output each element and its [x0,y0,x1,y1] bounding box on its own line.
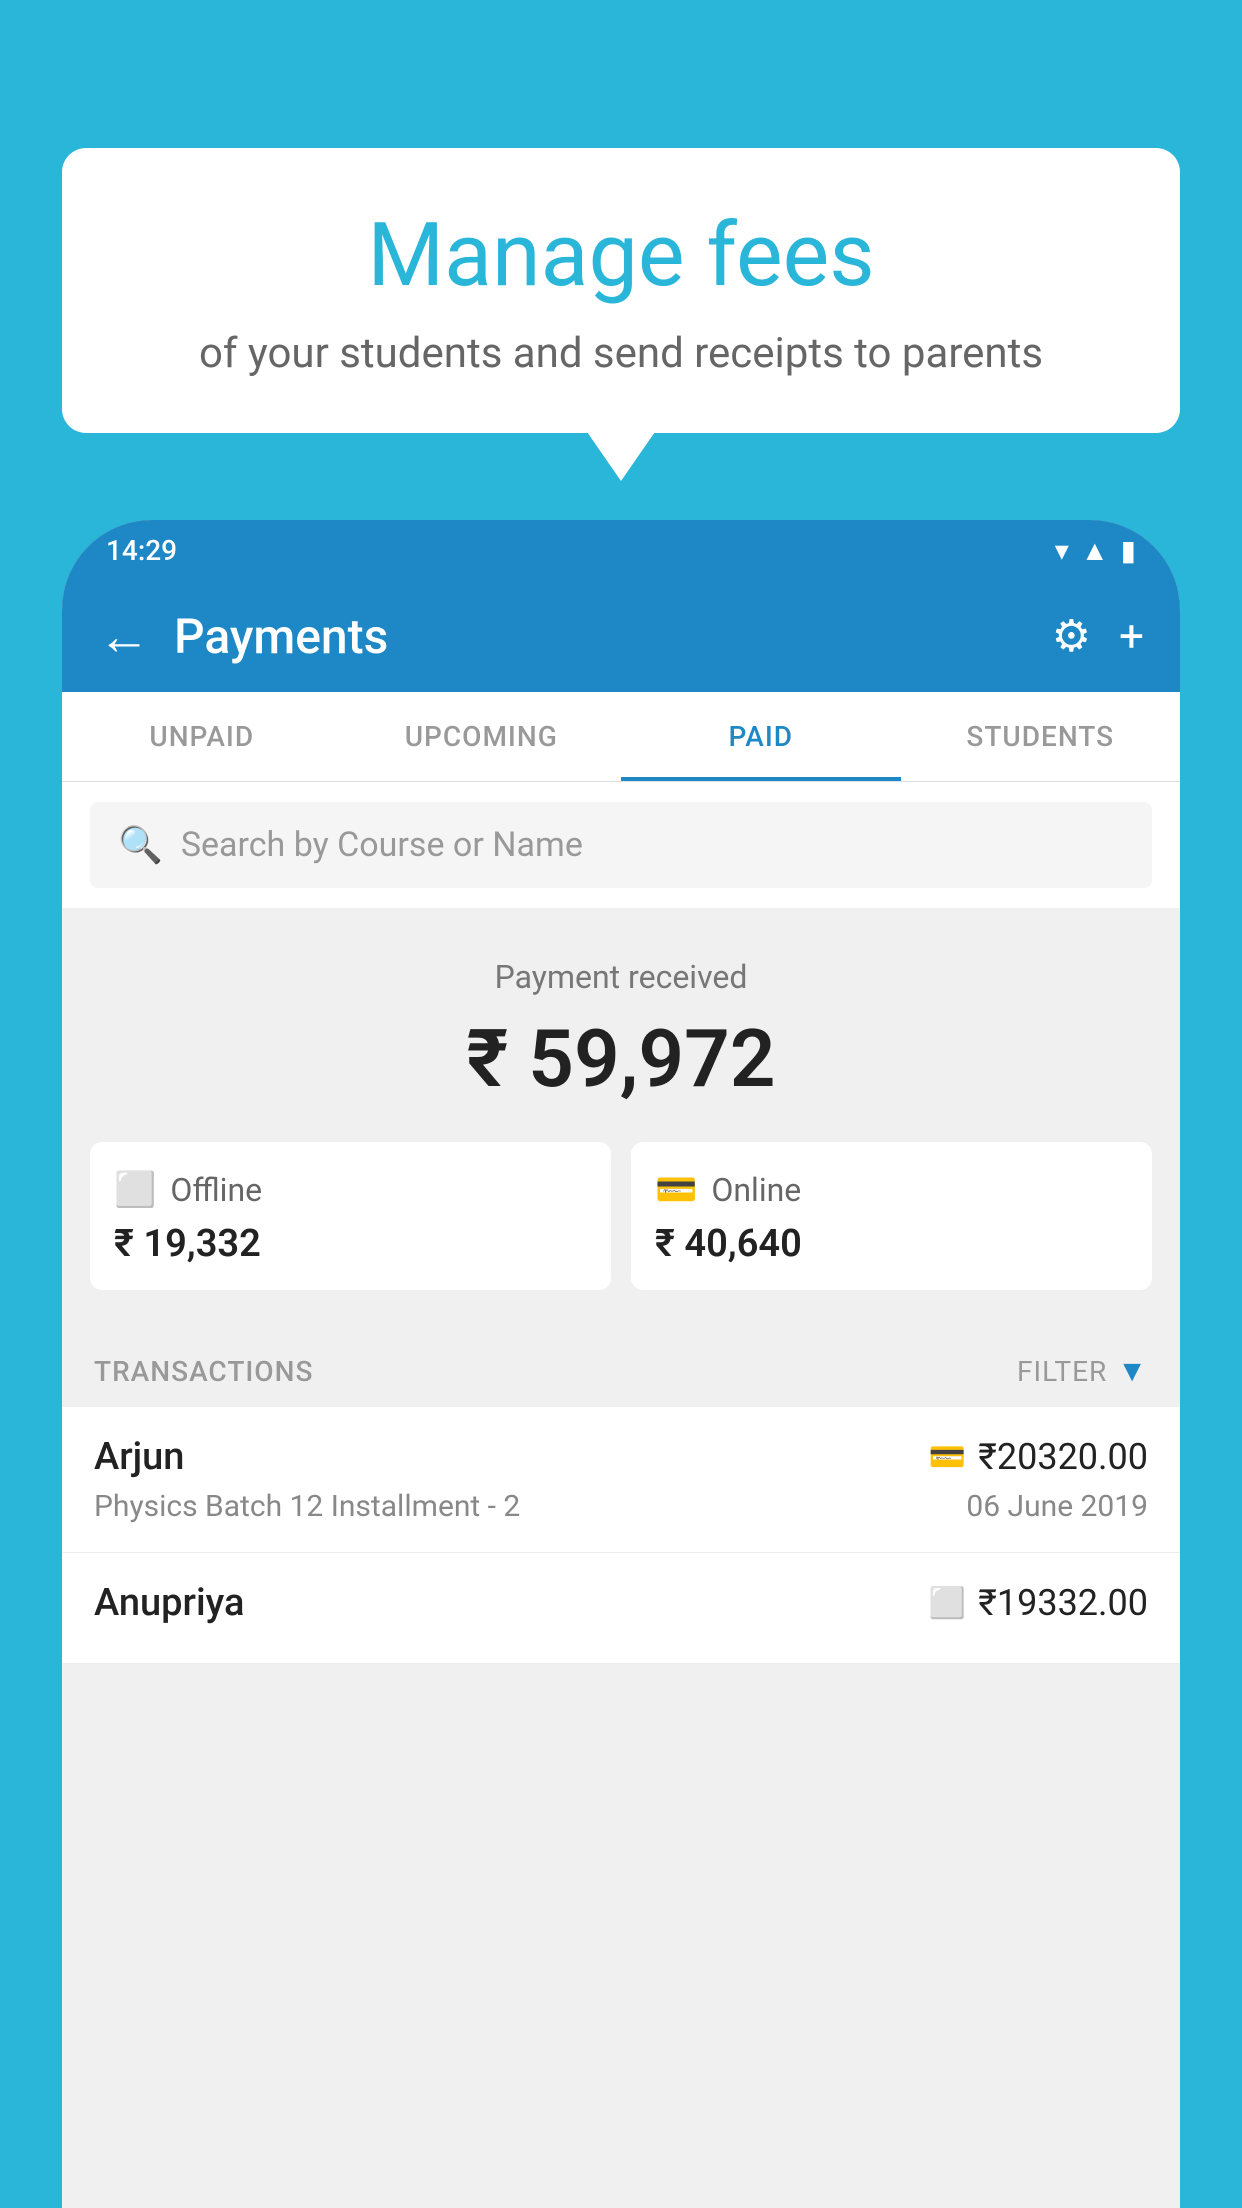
payment-summary: Payment received ₹ 59,972 ⬜ Offline ₹ 19… [62,908,1180,1326]
tab-students[interactable]: STUDENTS [901,692,1181,781]
signal-icon: ▲ [1081,534,1109,567]
search-bar-container: 🔍 Search by Course or Name [62,782,1180,908]
offline-icon: ⬜ [114,1170,156,1210]
app-bar: ← Payments ⚙ + [62,580,1180,692]
transaction-course: Physics Batch 12 Installment - 2 [94,1489,520,1524]
bubble-subtitle: of your students and send receipts to pa… [102,329,1140,378]
online-label: Online [711,1171,801,1209]
settings-icon[interactable]: ⚙ [1052,610,1091,662]
status-bar: 14:29 ▾ ▲ ▮ [62,520,1180,580]
app-content: 🔍 Search by Course or Name Payment recei… [62,782,1180,2208]
filter-button[interactable]: FILTER ▼ [1017,1354,1148,1389]
speech-bubble: Manage fees of your students and send re… [62,148,1180,433]
time-display: 14:29 [106,534,177,567]
speech-bubble-container: Manage fees of your students and send re… [62,148,1180,433]
transaction-amount-container: ⬜ ₹19332.00 [929,1582,1148,1624]
transaction-row-top: Arjun 💳 ₹20320.00 [94,1435,1148,1479]
battery-icon: ▮ [1121,534,1136,567]
payment-received-label: Payment received [90,958,1152,996]
search-bar[interactable]: 🔍 Search by Course or Name [90,802,1152,888]
payment-total-amount: ₹ 59,972 [90,1012,1152,1106]
bubble-title: Manage fees [102,208,1140,305]
transaction-row-top: Anupriya ⬜ ₹19332.00 [94,1581,1148,1625]
transaction-row[interactable]: Anupriya ⬜ ₹19332.00 [62,1553,1180,1664]
filter-label: FILTER [1017,1355,1107,1388]
page-title: Payments [174,608,1052,665]
tab-upcoming[interactable]: UPCOMING [342,692,622,781]
transaction-amount-container: 💳 ₹20320.00 [929,1436,1148,1478]
offline-card: ⬜ Offline ₹ 19,332 [90,1142,611,1290]
transaction-name: Anupriya [94,1581,244,1625]
transactions-label: TRANSACTIONS [94,1355,313,1388]
tab-unpaid[interactable]: UNPAID [62,692,342,781]
online-card: 💳 Online ₹ 40,640 [631,1142,1152,1290]
transaction-date: 06 June 2019 [966,1489,1148,1524]
status-icons: ▾ ▲ ▮ [1055,534,1136,567]
add-icon[interactable]: + [1119,610,1144,662]
payment-cards: ⬜ Offline ₹ 19,332 💳 Online ₹ 40,640 [90,1142,1152,1290]
back-button[interactable]: ← [98,606,150,667]
transaction-amount: ₹20320.00 [978,1436,1148,1478]
search-placeholder: Search by Course or Name [181,825,583,865]
filter-icon: ▼ [1117,1354,1148,1389]
phone-inner: 14:29 ▾ ▲ ▮ ← Payments ⚙ + UNPAID UPCO [62,520,1180,2208]
app-bar-actions: ⚙ + [1052,610,1144,662]
tabs-bar: UNPAID UPCOMING PAID STUDENTS [62,692,1180,782]
phone-screen: 14:29 ▾ ▲ ▮ ← Payments ⚙ + UNPAID UPCO [62,520,1180,2208]
card-icon: 💳 [929,1440,966,1475]
offline-amount: ₹ 19,332 [114,1222,587,1266]
offline-card-header: ⬜ Offline [114,1170,587,1210]
online-card-header: 💳 Online [655,1170,1128,1210]
transactions-header: TRANSACTIONS FILTER ▼ [62,1326,1180,1407]
online-amount: ₹ 40,640 [655,1222,1128,1266]
tab-paid[interactable]: PAID [621,692,901,781]
transaction-row[interactable]: Arjun 💳 ₹20320.00 Physics Batch 12 Insta… [62,1407,1180,1553]
cash-icon: ⬜ [929,1586,966,1621]
transaction-name: Arjun [94,1435,184,1479]
phone-frame: 14:29 ▾ ▲ ▮ ← Payments ⚙ + UNPAID UPCO [62,520,1180,2208]
transaction-row-bottom: Physics Batch 12 Installment - 2 06 June… [94,1489,1148,1524]
wifi-icon: ▾ [1055,534,1069,567]
search-icon: 🔍 [118,824,163,866]
online-icon: 💳 [655,1170,697,1210]
offline-label: Offline [170,1171,262,1209]
transaction-amount: ₹19332.00 [978,1582,1148,1624]
